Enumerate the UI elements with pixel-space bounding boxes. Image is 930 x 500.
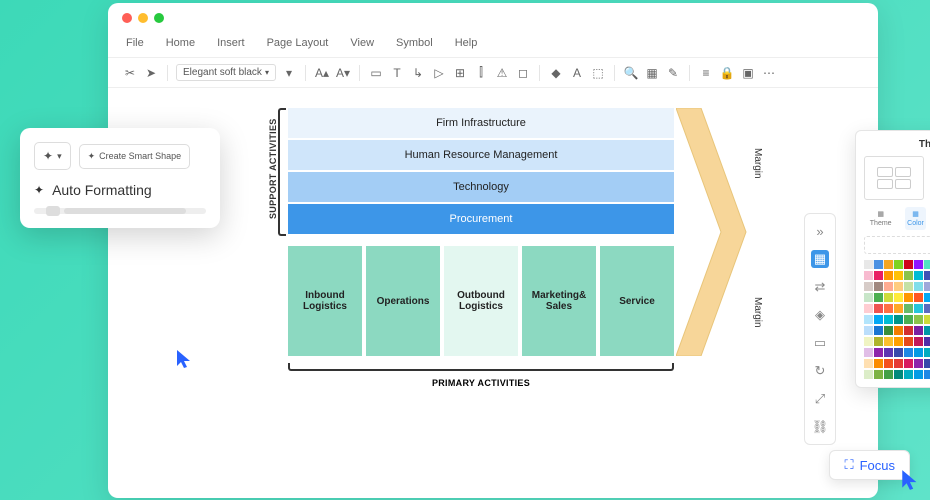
theme-panel: Theme ▦ General Aa Arial ↳ General 1 💾 S…: [855, 130, 930, 388]
history-icon[interactable]: ↻: [811, 362, 829, 380]
palette-row[interactable]: Tranquil: [864, 348, 930, 357]
bookmark-icon[interactable]: ◻: [515, 65, 531, 81]
window-controls: [108, 3, 878, 33]
connector-icon[interactable]: ↳: [410, 65, 426, 81]
palette-row[interactable]: General: [864, 260, 930, 269]
right-sidebar: » ▦ ⇄ ◈ ▭ ↻ ⤢ ⛓: [804, 213, 836, 445]
scissors-icon[interactable]: ✂: [122, 65, 138, 81]
bracket-icon: [278, 108, 286, 236]
box-outbound[interactable]: Outbound Logistics: [444, 246, 518, 356]
box-operations[interactable]: Operations: [366, 246, 440, 356]
cursor-pointer2-icon: [900, 468, 922, 492]
minimize-icon[interactable]: [138, 13, 148, 23]
primary-boxes: Inbound Logistics Operations Outbound Lo…: [288, 246, 674, 356]
crop-icon[interactable]: ⊞: [452, 65, 468, 81]
bracket-bottom-icon: [288, 363, 674, 371]
box-service[interactable]: Service: [600, 246, 674, 356]
slider-knob[interactable]: [46, 206, 60, 216]
expand2-icon[interactable]: ⤢: [811, 390, 829, 408]
chevron-down-icon: ▾: [265, 68, 269, 77]
spark-icon: ✦: [43, 149, 53, 163]
increase-font-icon[interactable]: A▴: [314, 65, 330, 81]
cursor-icon[interactable]: ➤: [143, 65, 159, 81]
palette-row[interactable]: Antique: [864, 282, 930, 291]
decrease-font-icon[interactable]: A▾: [335, 65, 351, 81]
layer-icon[interactable]: ◈: [811, 306, 829, 324]
menu-home[interactable]: Home: [166, 37, 195, 49]
palette-row[interactable]: Opulent: [864, 359, 930, 368]
create-smart-shape-button[interactable]: ✦Create Smart Shape: [79, 144, 191, 169]
warning-icon[interactable]: ⚠: [494, 65, 510, 81]
font-size-down-icon[interactable]: ▾: [281, 65, 297, 81]
palette-row[interactable]: Live: [864, 304, 930, 313]
layers-icon[interactable]: ▣: [740, 65, 756, 81]
more-icon[interactable]: ⋯: [761, 65, 777, 81]
font-select[interactable]: Elegant soft black▾: [176, 64, 276, 81]
tab-color[interactable]: ▦Color: [905, 207, 926, 230]
box-marketing[interactable]: Marketing& Sales: [522, 246, 596, 356]
support-label: SUPPORT ACTIVITIES: [268, 114, 278, 224]
text-icon[interactable]: T: [389, 65, 405, 81]
theme-title: Theme: [864, 139, 930, 150]
tab-theme[interactable]: ▦Theme: [868, 207, 894, 230]
grid-icon[interactable]: ▦: [644, 65, 660, 81]
bar-proc[interactable]: Procurement: [288, 204, 674, 234]
menu-bar: File Home Insert Page Layout View Symbol…: [108, 33, 878, 57]
menu-layout[interactable]: Page Layout: [267, 37, 329, 49]
palette-row[interactable]: Placid: [864, 370, 930, 379]
link-icon[interactable]: ⛓: [811, 418, 829, 436]
smart-icon: ✦: [88, 151, 96, 162]
app-window: File Home Insert Page Layout View Symbol…: [108, 3, 878, 498]
box-inbound[interactable]: Inbound Logistics: [288, 246, 362, 356]
fill-icon[interactable]: ◆: [548, 65, 564, 81]
bar-hr[interactable]: Human Resource Management: [288, 140, 674, 170]
search-icon[interactable]: 🔍: [623, 65, 639, 81]
maximize-icon[interactable]: [154, 13, 164, 23]
pointer-icon[interactable]: ▷: [431, 65, 447, 81]
palette-list: General Charm Antique Fresh Live Crystal Broad…: [864, 260, 930, 379]
slider[interactable]: [34, 208, 206, 214]
spark-button[interactable]: ✦▾: [34, 142, 71, 170]
palette-row[interactable]: Broad: [864, 326, 930, 335]
theme-preview[interactable]: [864, 156, 924, 200]
page-icon[interactable]: ▭: [811, 334, 829, 352]
shape-icon[interactable]: ▭: [368, 65, 384, 81]
bar-tech[interactable]: Technology: [288, 172, 674, 202]
focus-button[interactable]: ⛶Focus: [829, 450, 910, 480]
auto-format-popup: ✦▾ ✦Create Smart Shape ✦Auto Formatting: [20, 128, 220, 228]
palette-row[interactable]: Fresh: [864, 293, 930, 302]
menu-help[interactable]: Help: [455, 37, 478, 49]
add-button[interactable]: +: [864, 236, 930, 254]
spark2-icon: ✦: [34, 183, 44, 197]
pen-icon[interactable]: ✎: [665, 65, 681, 81]
crop2-icon[interactable]: ⬚: [590, 65, 606, 81]
auto-formatting-row[interactable]: ✦Auto Formatting: [34, 182, 206, 198]
focus-icon: ⛶: [844, 457, 853, 473]
primary-label: PRIMARY ACTIVITIES: [288, 378, 674, 388]
margin-arrow[interactable]: Margin Margin: [676, 108, 751, 356]
palette-row[interactable]: Sprinkle: [864, 337, 930, 346]
bar-firm[interactable]: Firm Infrastructure: [288, 108, 674, 138]
palette-row[interactable]: Charm: [864, 271, 930, 280]
menu-view[interactable]: View: [350, 37, 374, 49]
close-icon[interactable]: [122, 13, 132, 23]
menu-insert[interactable]: Insert: [217, 37, 245, 49]
support-bars: Firm Infrastructure Human Resource Manag…: [288, 108, 674, 236]
canvas[interactable]: SUPPORT ACTIVITIES Firm Infrastructure H…: [108, 88, 878, 498]
lock-icon[interactable]: 🔒: [719, 65, 735, 81]
font-color-icon[interactable]: A: [569, 65, 585, 81]
menu-symbol[interactable]: Symbol: [396, 37, 433, 49]
cursor-pointer-icon: [175, 348, 195, 370]
swap-icon[interactable]: ⇄: [811, 278, 829, 296]
theme-icon[interactable]: ▦: [811, 250, 829, 268]
palette-row[interactable]: Crystal: [864, 315, 930, 324]
chart-icon[interactable]: ⫿: [473, 65, 489, 81]
menu-file[interactable]: File: [126, 37, 144, 49]
toolbar: ✂ ➤ Elegant soft black▾ ▾ A▴ A▾ ▭ T ↳ ▷ …: [108, 57, 878, 88]
align-icon[interactable]: ≡: [698, 65, 714, 81]
expand-icon[interactable]: »: [811, 222, 829, 240]
